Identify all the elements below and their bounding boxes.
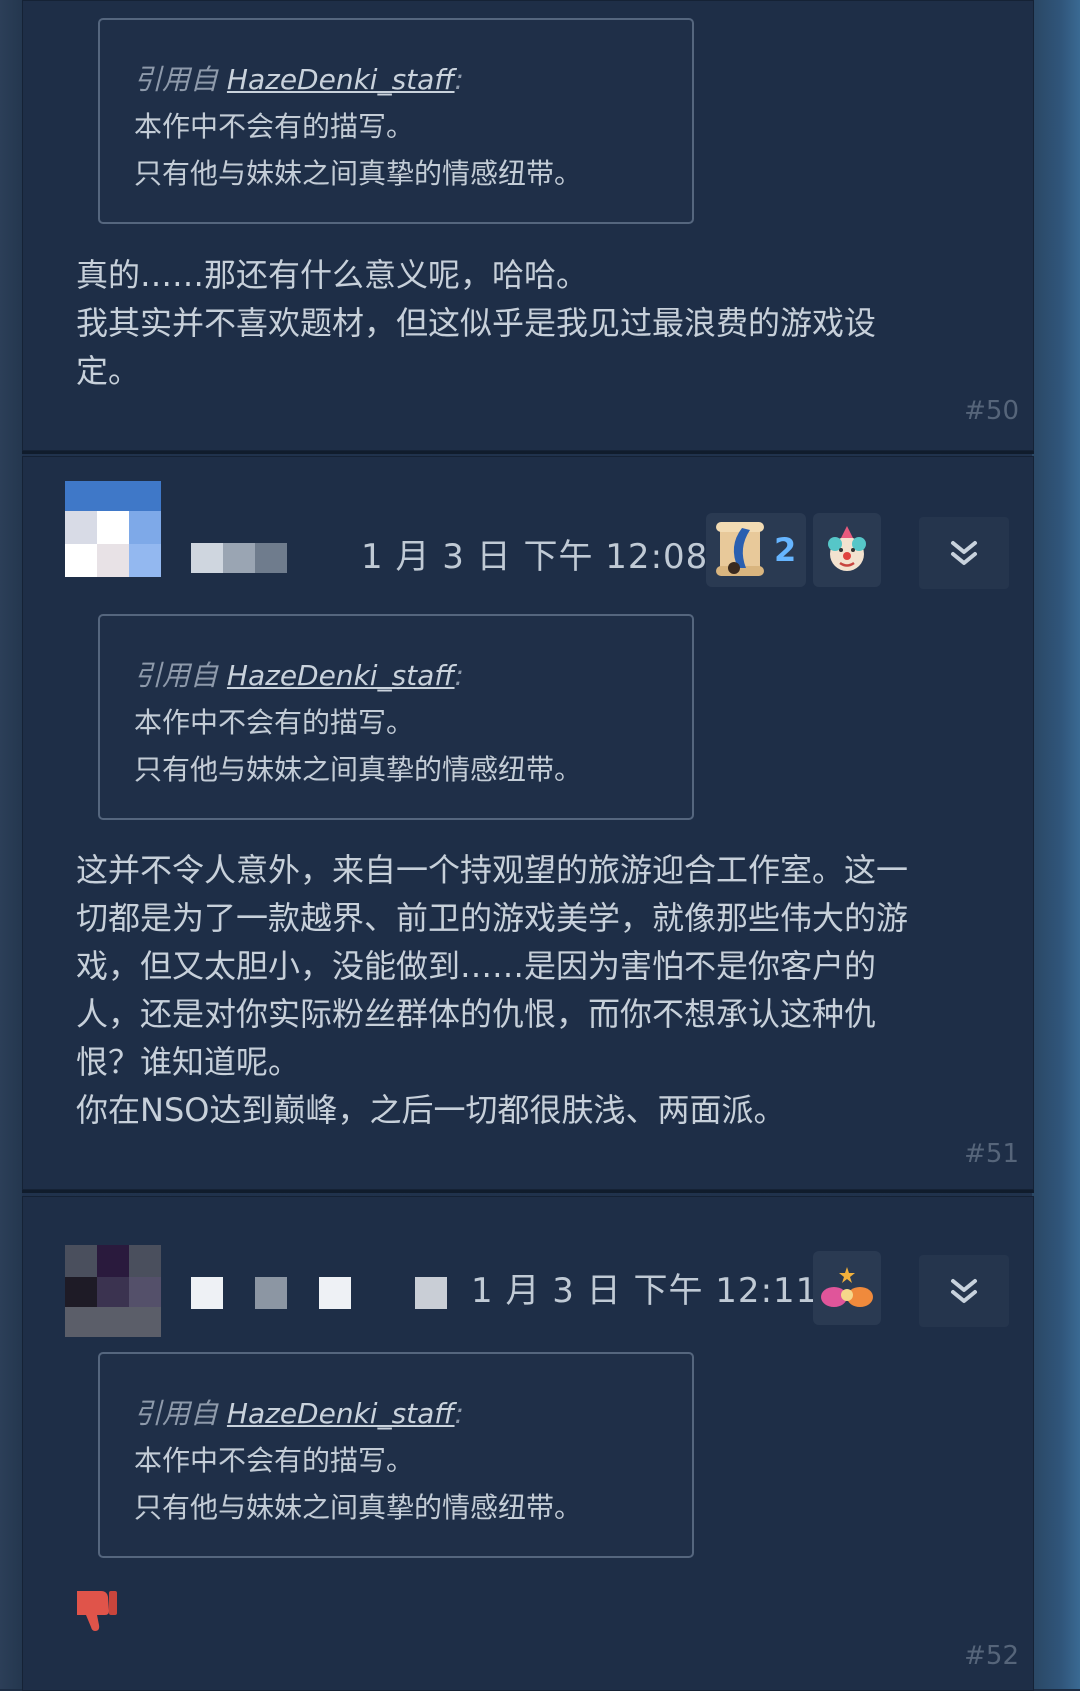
quote-line: 本作中不会有的描写。 bbox=[134, 706, 415, 739]
quote-author-link[interactable]: HazeDenki_staff bbox=[227, 1397, 455, 1430]
scroll-award-icon bbox=[716, 522, 764, 576]
avatar[interactable] bbox=[65, 481, 161, 577]
quote-line: 本作中不会有的描写。 bbox=[134, 110, 415, 143]
clown-hands-award-icon bbox=[821, 1267, 873, 1307]
post-number[interactable]: #50 bbox=[964, 396, 1019, 426]
post-text-line: 我其实并不喜欢题材，但这似乎是我见过最浪费的游戏设 bbox=[76, 304, 877, 342]
quote-author-link[interactable]: HazeDenki_staff bbox=[227, 659, 455, 692]
quote-line: 本作中不会有的描写。 bbox=[134, 1444, 415, 1477]
post-text-line: 你在NSO达到巅峰，之后一切都很肤浅、两面派。 bbox=[76, 1091, 786, 1129]
quote-block: 引用自 HazeDenki_staff: 本作中不会有的描写。 只有他与妹妹之间… bbox=[98, 614, 694, 820]
award-count: 2 bbox=[774, 531, 797, 569]
post-text-line: 定。 bbox=[76, 352, 141, 390]
forum-post: 1 月 3 日 下午 12:11 引用自 HazeDenki_staff: 本作… bbox=[22, 1196, 1034, 1691]
post-body: 真的……那还有什么意义呢，哈哈。 我其实并不喜欢题材，但这似乎是我见过最浪费的游… bbox=[76, 251, 1006, 395]
post-body: 这并不令人意外，来自一个持观望的旅游迎合工作室。这一 切都是为了一款越界、前卫的… bbox=[76, 846, 1006, 1134]
avatar[interactable] bbox=[65, 1245, 161, 1337]
background-left-edge bbox=[0, 0, 22, 1689]
award-badge[interactable] bbox=[813, 1251, 881, 1325]
award-badge[interactable]: 2 bbox=[706, 513, 806, 587]
post-text-line: 人，还是对你实际粉丝群体的仇恨，而你不想承认这种仇 bbox=[76, 995, 877, 1033]
quote-source: 引用自 HazeDenki_staff: bbox=[134, 659, 464, 692]
background-right-edge bbox=[1032, 0, 1080, 1689]
post-timestamp[interactable]: 1 月 3 日 下午 12:08 bbox=[361, 529, 708, 578]
quote-line: 只有他与妹妹之间真挚的情感纽带。 bbox=[134, 753, 583, 786]
post-menu-button[interactable] bbox=[919, 1255, 1009, 1327]
quote-block: 引用自 HazeDenki_staff: 本作中不会有的描写。 只有他与妹妹之间… bbox=[98, 18, 694, 224]
post-menu-button[interactable] bbox=[919, 517, 1009, 589]
post-number[interactable]: #52 bbox=[964, 1641, 1019, 1671]
double-chevron-down-icon bbox=[951, 1279, 977, 1303]
post-text-line: 真的……那还有什么意义呢，哈哈。 bbox=[76, 256, 589, 294]
forum-post: 引用自 HazeDenki_staff: 本作中不会有的描写。 只有他与妹妹之间… bbox=[22, 0, 1034, 451]
post-number[interactable]: #51 bbox=[964, 1139, 1019, 1169]
double-chevron-down-icon bbox=[951, 541, 977, 565]
quote-block: 引用自 HazeDenki_staff: 本作中不会有的描写。 只有他与妹妹之间… bbox=[98, 1352, 694, 1558]
quote-source: 引用自 HazeDenki_staff: bbox=[134, 1397, 464, 1430]
quote-line: 只有他与妹妹之间真挚的情感纽带。 bbox=[134, 1491, 583, 1524]
quote-author-link[interactable]: HazeDenki_staff bbox=[227, 63, 455, 96]
quote-source: 引用自 HazeDenki_staff: bbox=[134, 63, 464, 96]
thumbs-down-icon[interactable] bbox=[71, 1585, 121, 1635]
post-text-line: 戏，但又太胆小，没能做到……是因为害怕不是你客户的 bbox=[76, 947, 877, 985]
forum-post: 1 月 3 日 下午 12:08 2 引用自 HazeDenki_staff: … bbox=[22, 456, 1034, 1190]
post-timestamp[interactable]: 1 月 3 日 下午 12:11 bbox=[471, 1263, 818, 1312]
quote-line: 只有他与妹妹之间真挚的情感纽带。 bbox=[134, 157, 583, 190]
post-text-line: 恨？谁知道呢。 bbox=[76, 1043, 301, 1081]
clown-award-icon bbox=[828, 526, 866, 571]
award-badge[interactable] bbox=[813, 513, 881, 587]
post-text-line: 这并不令人意外，来自一个持观望的旅游迎合工作室。这一 bbox=[76, 851, 909, 889]
post-text-line: 切都是为了一款越界、前卫的游戏美学，就像那些伟大的游 bbox=[76, 899, 909, 937]
